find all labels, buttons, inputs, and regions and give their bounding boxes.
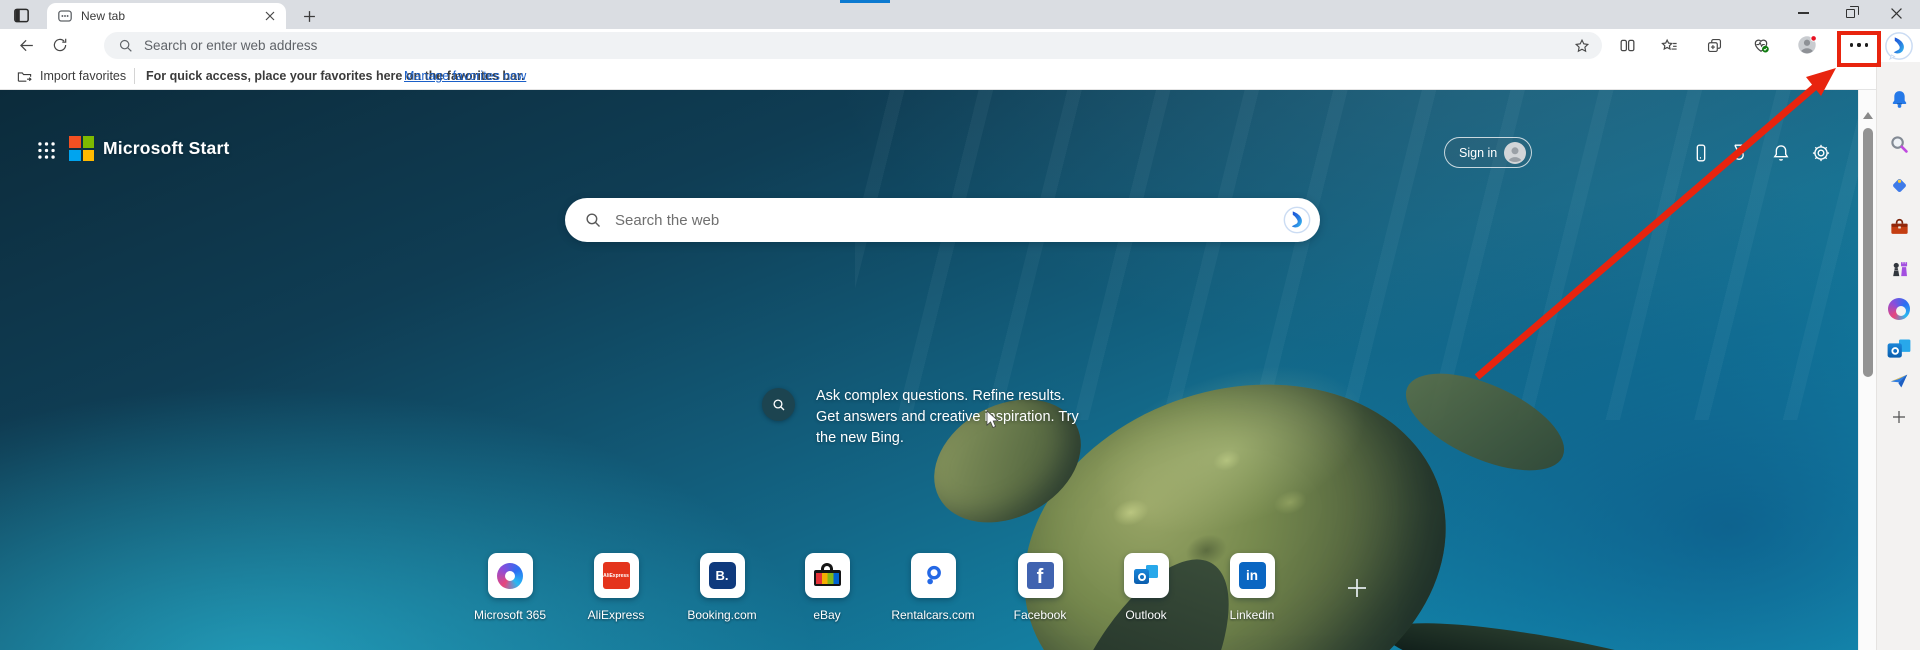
new-tab-page: Microsoft Start Sign in [0,90,1858,650]
settings-and-more-icon[interactable] [1842,31,1876,59]
new-tab-button[interactable] [297,4,321,28]
scroll-up-arrow[interactable] [1863,112,1873,120]
quick-link-label: Rentalcars.com [891,608,974,622]
rentalcars-icon [911,553,956,598]
promo-line: Ask complex questions. Refine results. [816,386,1079,407]
tab-sharing-indicator [840,0,890,3]
rewards-medal-icon[interactable] [1724,138,1754,168]
quick-link-label: AliExpress [588,608,645,622]
mobile-phone-icon[interactable] [1686,138,1716,168]
quick-link-label: Outlook [1125,608,1166,622]
tab-activity-icon[interactable] [10,4,32,26]
quick-link-label: Linkedin [1230,608,1275,622]
window-minimize-button[interactable] [1787,0,1819,26]
promo-line: the new Bing. [816,428,1079,449]
quick-link-ebay[interactable]: eBay [767,553,887,622]
search-icon [118,38,134,54]
window-restore-button[interactable] [1834,0,1866,26]
microsoft-start-logo[interactable]: Microsoft Start [69,136,229,161]
notifications-bell-icon[interactable] [1884,84,1914,114]
sign-in-button[interactable]: Sign in [1444,137,1532,168]
turtle-highlight [1074,335,1387,564]
manage-favorites-link[interactable]: Manage favorites now [404,69,526,83]
brand-title: Microsoft Start [103,138,229,159]
scrollbar-thumb[interactable] [1863,128,1873,377]
quick-link-booking[interactable]: B. Booking.com [662,553,782,622]
quick-link-microsoft-365[interactable]: Microsoft 365 [450,553,570,622]
browser-essentials-icon[interactable] [1747,31,1775,59]
edge-sidebar [1876,62,1920,650]
ebay-icon [805,553,850,598]
window-close-button[interactable] [1880,0,1912,26]
divider [134,68,135,84]
web-search-box[interactable] [565,198,1320,242]
new-tab-page-icon [57,8,73,24]
facebook-icon: f [1018,553,1063,598]
aliexpress-icon: AliExpress [594,553,639,598]
mouse-cursor [986,410,999,429]
notifications-bell-icon[interactable] [1766,138,1796,168]
linkedin-icon: in [1230,553,1275,598]
booking-icon: B. [700,553,745,598]
crosshair-cursor [1348,579,1366,597]
turtle-top-flipper [1392,354,1577,491]
page-settings-gear-icon[interactable] [1806,138,1836,168]
shopping-tag-icon[interactable] [1884,170,1914,200]
favorites-icon[interactable] [1655,31,1683,59]
refresh-icon[interactable] [46,31,74,59]
avatar-icon [1503,141,1527,165]
profile-avatar[interactable] [1793,31,1821,59]
tab-new-tab[interactable]: New tab [47,3,286,29]
bing-promo-search-icon[interactable] [762,388,795,421]
favorites-bar: Import favorites For quick access, place… [0,62,1920,90]
quick-link-label: eBay [813,608,840,622]
tab-strip: New tab [0,0,1920,29]
tools-toolbox-icon[interactable] [1884,212,1914,242]
drop-paper-plane-icon[interactable] [1884,366,1914,396]
quick-link-outlook[interactable]: Outlook [1086,553,1206,622]
page-scrollbar [1858,90,1876,650]
quick-link-label: Facebook [1014,608,1067,622]
turtle-rear-flipper [1378,605,1752,650]
web-search-input[interactable] [615,212,1282,229]
quick-link-rentalcars[interactable]: Rentalcars.com [873,553,993,622]
browser-window: New tab [0,0,1920,650]
app-launcher-grid-icon[interactable] [31,135,61,165]
games-chess-icon[interactable] [1884,253,1914,283]
import-favorites-button[interactable]: Import favorites [10,62,132,90]
split-screen-icon[interactable] [1613,31,1641,59]
quick-link-label: Booking.com [687,608,756,622]
outlook-icon [1124,553,1169,598]
quick-link-aliexpress[interactable]: AliExpress AliExpress [556,553,676,622]
microsoft-365-icon[interactable] [1884,294,1914,324]
bing-search-icon[interactable] [1282,205,1312,235]
navigation-toolbar [0,29,1920,62]
outlook-icon[interactable] [1884,334,1914,364]
import-favorites-label: Import favorites [40,69,126,83]
quick-link-facebook[interactable]: f Facebook [980,553,1100,622]
tab-close-icon[interactable] [261,8,278,25]
search-icon [584,211,603,230]
microsoft-365-icon [488,553,533,598]
customize-sidebar-plus-icon[interactable] [1884,402,1914,432]
quick-link-linkedin[interactable]: in Linkedin [1192,553,1312,622]
collections-icon[interactable] [1700,31,1728,59]
promo-line: Get answers and creative inspiration. Tr… [816,407,1079,428]
sign-in-label: Sign in [1459,146,1497,160]
microsoft-logo-icon [69,136,94,161]
back-icon[interactable] [12,31,40,59]
import-folder-icon [16,68,33,85]
bing-promo-text: Ask complex questions. Refine results. G… [816,386,1079,449]
turtle-shadow [960,635,1560,650]
tab-title: New tab [81,9,261,23]
quick-link-label: Microsoft 365 [474,608,546,622]
add-favorite-star-icon[interactable] [1568,32,1596,60]
search-icon[interactable] [1884,129,1914,159]
bing-chat-icon[interactable] [1884,31,1914,61]
address-bar[interactable] [104,32,1602,59]
address-input[interactable] [144,38,1568,53]
